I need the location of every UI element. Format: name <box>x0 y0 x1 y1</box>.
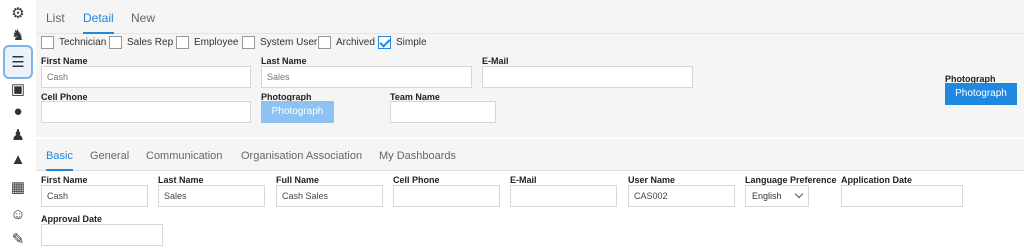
top-tab-bar: List Detail New <box>36 0 1024 34</box>
basic-first-name-field[interactable] <box>41 185 148 207</box>
last-name-field[interactable] <box>261 66 472 88</box>
truck-icon[interactable]: ▲ <box>6 148 30 170</box>
email-label: E-Mail <box>482 56 509 66</box>
basic-email-label: E-Mail <box>510 175 537 185</box>
scanner-icon[interactable]: ▣ <box>6 78 30 100</box>
sales-rep-checkbox[interactable] <box>109 36 122 49</box>
tab-basic[interactable]: Basic <box>46 139 73 171</box>
basic-panel: Basic General Communication Organisation… <box>36 137 1024 252</box>
tab-list[interactable]: List <box>46 0 65 34</box>
simple-label: Simple <box>396 37 427 48</box>
basic-cell-phone-field[interactable] <box>393 185 500 207</box>
chevron-down-icon <box>794 189 804 199</box>
person-icon[interactable]: ☺ <box>6 203 30 225</box>
full-name-field[interactable] <box>276 185 383 207</box>
first-name-field[interactable] <box>41 66 251 88</box>
wrench-icon[interactable]: ✎ <box>6 228 30 250</box>
application-date-label: Application Date <box>841 175 913 185</box>
icon-rail: ⚙ ♞ ☰ ▣ ● ♟ ▲ ▦ ☺ ✎ <box>0 0 36 252</box>
tab-communication[interactable]: Communication <box>146 139 222 171</box>
user-name-field[interactable] <box>628 185 735 207</box>
bottom-tab-bar: Basic General Communication Organisation… <box>36 139 1024 171</box>
flags-icon[interactable]: ▦ <box>6 176 30 198</box>
tab-new[interactable]: New <box>131 0 155 34</box>
basic-last-name-label: Last Name <box>158 175 204 185</box>
email-field[interactable] <box>482 66 693 88</box>
language-value: English <box>752 191 782 201</box>
employee-label: Employee <box>194 37 239 48</box>
team-name-field[interactable] <box>390 101 496 123</box>
first-name-label: First Name <box>41 56 88 66</box>
language-select[interactable]: English <box>745 185 809 207</box>
last-name-label: Last Name <box>261 56 307 66</box>
detail-panel: List Detail New Technician Sales Rep Emp… <box>36 0 1024 137</box>
photograph-button[interactable]: Photograph <box>261 101 334 123</box>
tab-detail[interactable]: Detail <box>83 0 114 34</box>
system-user-checkbox[interactable] <box>242 36 255 49</box>
team-icon[interactable]: ♟ <box>6 124 30 146</box>
basic-cell-phone-label: Cell Phone <box>393 175 440 185</box>
basic-email-field[interactable] <box>510 185 617 207</box>
users-icon[interactable]: ☰ <box>3 45 33 79</box>
sales-rep-label: Sales Rep <box>127 37 174 48</box>
approval-date-label: Approval Date <box>41 214 103 224</box>
technician-label: Technician <box>59 37 107 48</box>
tab-organisation-association[interactable]: Organisation Association <box>241 139 362 171</box>
technician-icon[interactable]: ⚙ <box>6 2 30 24</box>
bob-icon[interactable]: ● <box>6 100 30 122</box>
simple-checkbox[interactable] <box>378 36 391 49</box>
approval-date-field[interactable] <box>41 224 163 246</box>
tab-general[interactable]: General <box>90 139 129 171</box>
technician-checkbox[interactable] <box>41 36 54 49</box>
employee-checkbox[interactable] <box>176 36 189 49</box>
archived-label: Archived <box>336 37 375 48</box>
basic-first-name-label: First Name <box>41 175 88 185</box>
application-date-field[interactable] <box>841 185 963 207</box>
full-name-label: Full Name <box>276 175 320 185</box>
basic-last-name-field[interactable] <box>158 185 265 207</box>
language-preference-label: Language Preference <box>745 175 837 185</box>
archived-checkbox[interactable] <box>318 36 331 49</box>
horse-icon[interactable]: ♞ <box>6 24 30 46</box>
tab-my-dashboards[interactable]: My Dashboards <box>379 139 456 171</box>
system-user-label: System User <box>260 37 318 48</box>
user-name-label: User Name <box>628 175 676 185</box>
right-photograph-button[interactable]: Photograph <box>945 83 1017 105</box>
cell-phone-field[interactable] <box>41 101 251 123</box>
